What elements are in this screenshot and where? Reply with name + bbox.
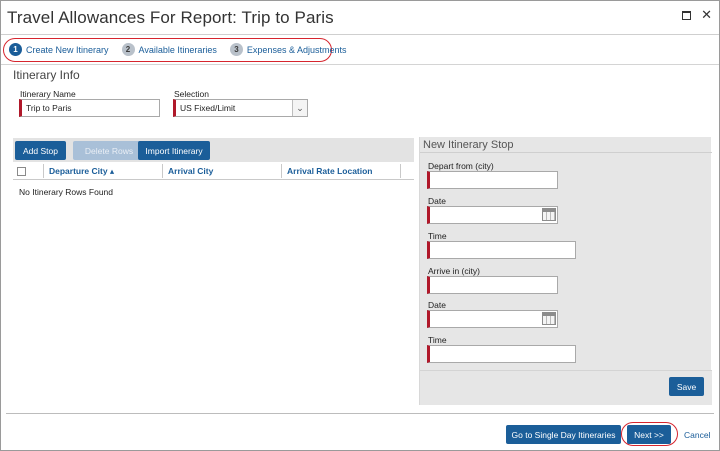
maximize-icon[interactable]: [682, 10, 692, 20]
column-arrival-rate-location[interactable]: Arrival Rate Location: [281, 163, 373, 179]
header-divider: [1, 34, 719, 35]
new-stop-heading: New Itinerary Stop: [420, 137, 712, 153]
step-label: Available Itineraries: [138, 44, 217, 55]
step-number: 2: [121, 43, 135, 56]
itinerary-name-input[interactable]: Trip to Paris: [19, 99, 160, 117]
step-number: 3: [229, 43, 243, 56]
add-stop-button[interactable]: Add Stop: [15, 141, 66, 160]
itinerary-name-label: Itinerary Name: [20, 89, 76, 99]
depart-time-input[interactable]: [427, 241, 576, 259]
arrive-date-label: Date: [428, 300, 446, 310]
depart-date-label: Date: [428, 196, 446, 206]
column-arrival-city[interactable]: Arrival City: [162, 163, 213, 179]
window-controls: ✕: [682, 8, 712, 21]
dialog-title: Travel Allowances For Report: Trip to Pa…: [7, 8, 334, 27]
step-number: 1: [9, 43, 22, 56]
close-icon[interactable]: ✕: [701, 8, 712, 21]
grid-header: Departure City ▴ Arrival City Arrival Ra…: [13, 163, 414, 180]
new-stop-footer: Save: [420, 370, 712, 405]
itinerary-grid-panel: Add Stop Delete Rows Import Itinerary De…: [13, 138, 414, 404]
selection-value: US Fixed/Limit: [180, 103, 236, 113]
depart-time-label: Time: [428, 231, 447, 241]
depart-from-label: Depart from (city): [428, 161, 494, 171]
step-expenses-adjustments[interactable]: 3 Expenses & Adjustments: [229, 43, 347, 56]
depart-from-input[interactable]: [427, 171, 558, 189]
delete-rows-button[interactable]: Delete Rows: [73, 141, 145, 160]
arrive-time-input[interactable]: [427, 345, 576, 363]
import-itinerary-button[interactable]: Import Itinerary: [138, 141, 210, 160]
column-divider: [400, 164, 401, 178]
arrive-in-label: Arrive in (city): [428, 266, 480, 276]
grid-empty-message: No Itinerary Rows Found: [19, 187, 114, 197]
steps-divider: [1, 64, 719, 65]
cancel-link[interactable]: Cancel: [684, 430, 710, 440]
arrive-in-input[interactable]: [427, 276, 558, 294]
chevron-down-icon[interactable]: ⌄: [292, 100, 307, 116]
itinerary-info-heading: Itinerary Info: [13, 68, 80, 82]
step-create-new-itinerary[interactable]: 1 Create New Itinerary: [9, 43, 109, 56]
step-available-itineraries[interactable]: 2 Available Itineraries: [121, 43, 217, 56]
column-departure-city[interactable]: Departure City ▴: [43, 163, 114, 179]
step-label: Expenses & Adjustments: [246, 44, 347, 55]
single-day-itineraries-button[interactable]: Go to Single Day Itineraries: [506, 425, 621, 444]
selection-dropdown[interactable]: US Fixed/Limit ⌄: [173, 99, 308, 117]
depart-date-input[interactable]: [427, 206, 558, 224]
select-all-checkbox[interactable]: [17, 167, 26, 176]
calendar-icon[interactable]: [542, 312, 556, 325]
wizard-steps: 1 Create New Itinerary 2 Available Itine…: [9, 43, 359, 56]
save-button[interactable]: Save: [669, 377, 704, 396]
calendar-icon[interactable]: [542, 208, 556, 221]
next-button[interactable]: Next >>: [627, 425, 671, 444]
grid-toolbar: Add Stop Delete Rows Import Itinerary: [13, 138, 414, 162]
arrive-date-input[interactable]: [427, 310, 558, 328]
step-label: Create New Itinerary: [26, 44, 109, 55]
selection-label: Selection: [174, 89, 209, 99]
new-itinerary-stop-panel: New Itinerary Stop Depart from (city) Da…: [419, 137, 712, 405]
footer-divider: [6, 413, 714, 414]
arrive-time-label: Time: [428, 335, 447, 345]
